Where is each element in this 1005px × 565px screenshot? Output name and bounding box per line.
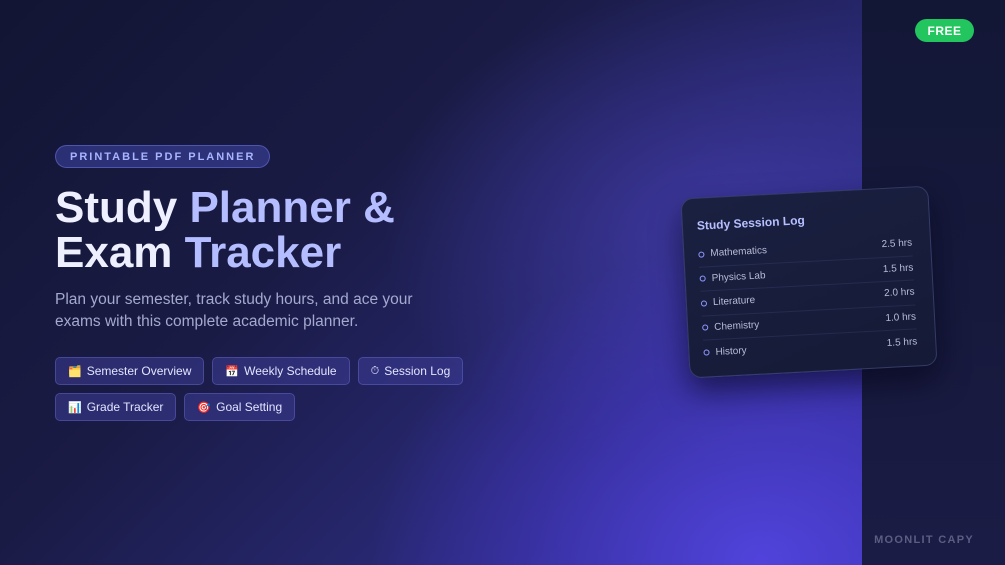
feature-label: Weekly Schedule [244,364,337,378]
feature-chip-goal-setting: 🎯 Goal Setting [184,393,296,421]
folders-icon: 🗂️ [68,365,82,378]
feature-label: Grade Tracker [86,400,164,414]
title-word-exam: Exam [55,228,185,277]
subject-name: Physics Lab [711,270,766,284]
subject-name: History [715,345,747,358]
hours-value: 1.0 hrs [885,311,917,324]
feature-chip-semester-overview: 🗂️ Semester Overview [55,357,205,385]
bullet-icon [700,300,708,307]
feature-chip-weekly-schedule: 📅 Weekly Schedule [212,357,350,385]
card-title: Study Session Log [696,213,806,233]
subject-name: Literature [712,295,756,309]
feature-label: Session Log [384,364,451,378]
bullet-icon [703,349,710,356]
page-title: Study Planner & Exam Tracker [55,185,475,275]
free-badge: FREE [915,19,974,42]
feature-label: Semester Overview [86,364,192,378]
title-word-study: Study [55,183,190,232]
brand-name: MOONLIT CAPY [874,534,974,546]
bullet-icon [702,324,709,331]
subject-name: Chemistry [713,319,760,333]
subject-name: Mathematics [710,245,768,260]
hours-value: 1.5 hrs [886,336,918,349]
hours-value: 1.5 hrs [882,262,914,275]
bullet-icon [699,275,706,282]
calendar-icon: 📅 [225,365,240,378]
target-icon: 🎯 [197,401,212,414]
bullet-icon [698,251,705,258]
bar-chart-icon: 📊 [68,401,82,414]
title-word-tracker: Tracker [184,228,342,277]
title-word-planner: Planner & [189,183,395,232]
hours-value: 2.0 hrs [883,286,915,300]
stopwatch-icon: ⏱ [370,364,380,377]
feature-chip-session-log: ⏱ Session Log [357,357,464,385]
feature-chips: 🗂️ Semester Overview 📅 Weekly Schedule ⏱… [55,357,575,421]
session-log-card: Study Session Log Mathematics 2.5 hrs Ph… [680,185,938,379]
feature-label: Goal Setting [216,400,283,414]
subtitle: Plan your semester, track study hours, a… [55,291,413,330]
hours-value: 2.5 hrs [881,237,913,251]
feature-chip-grade-tracker: 📊 Grade Tracker [55,393,177,421]
category-tag: PRINTABLE PDF PLANNER [55,145,271,168]
